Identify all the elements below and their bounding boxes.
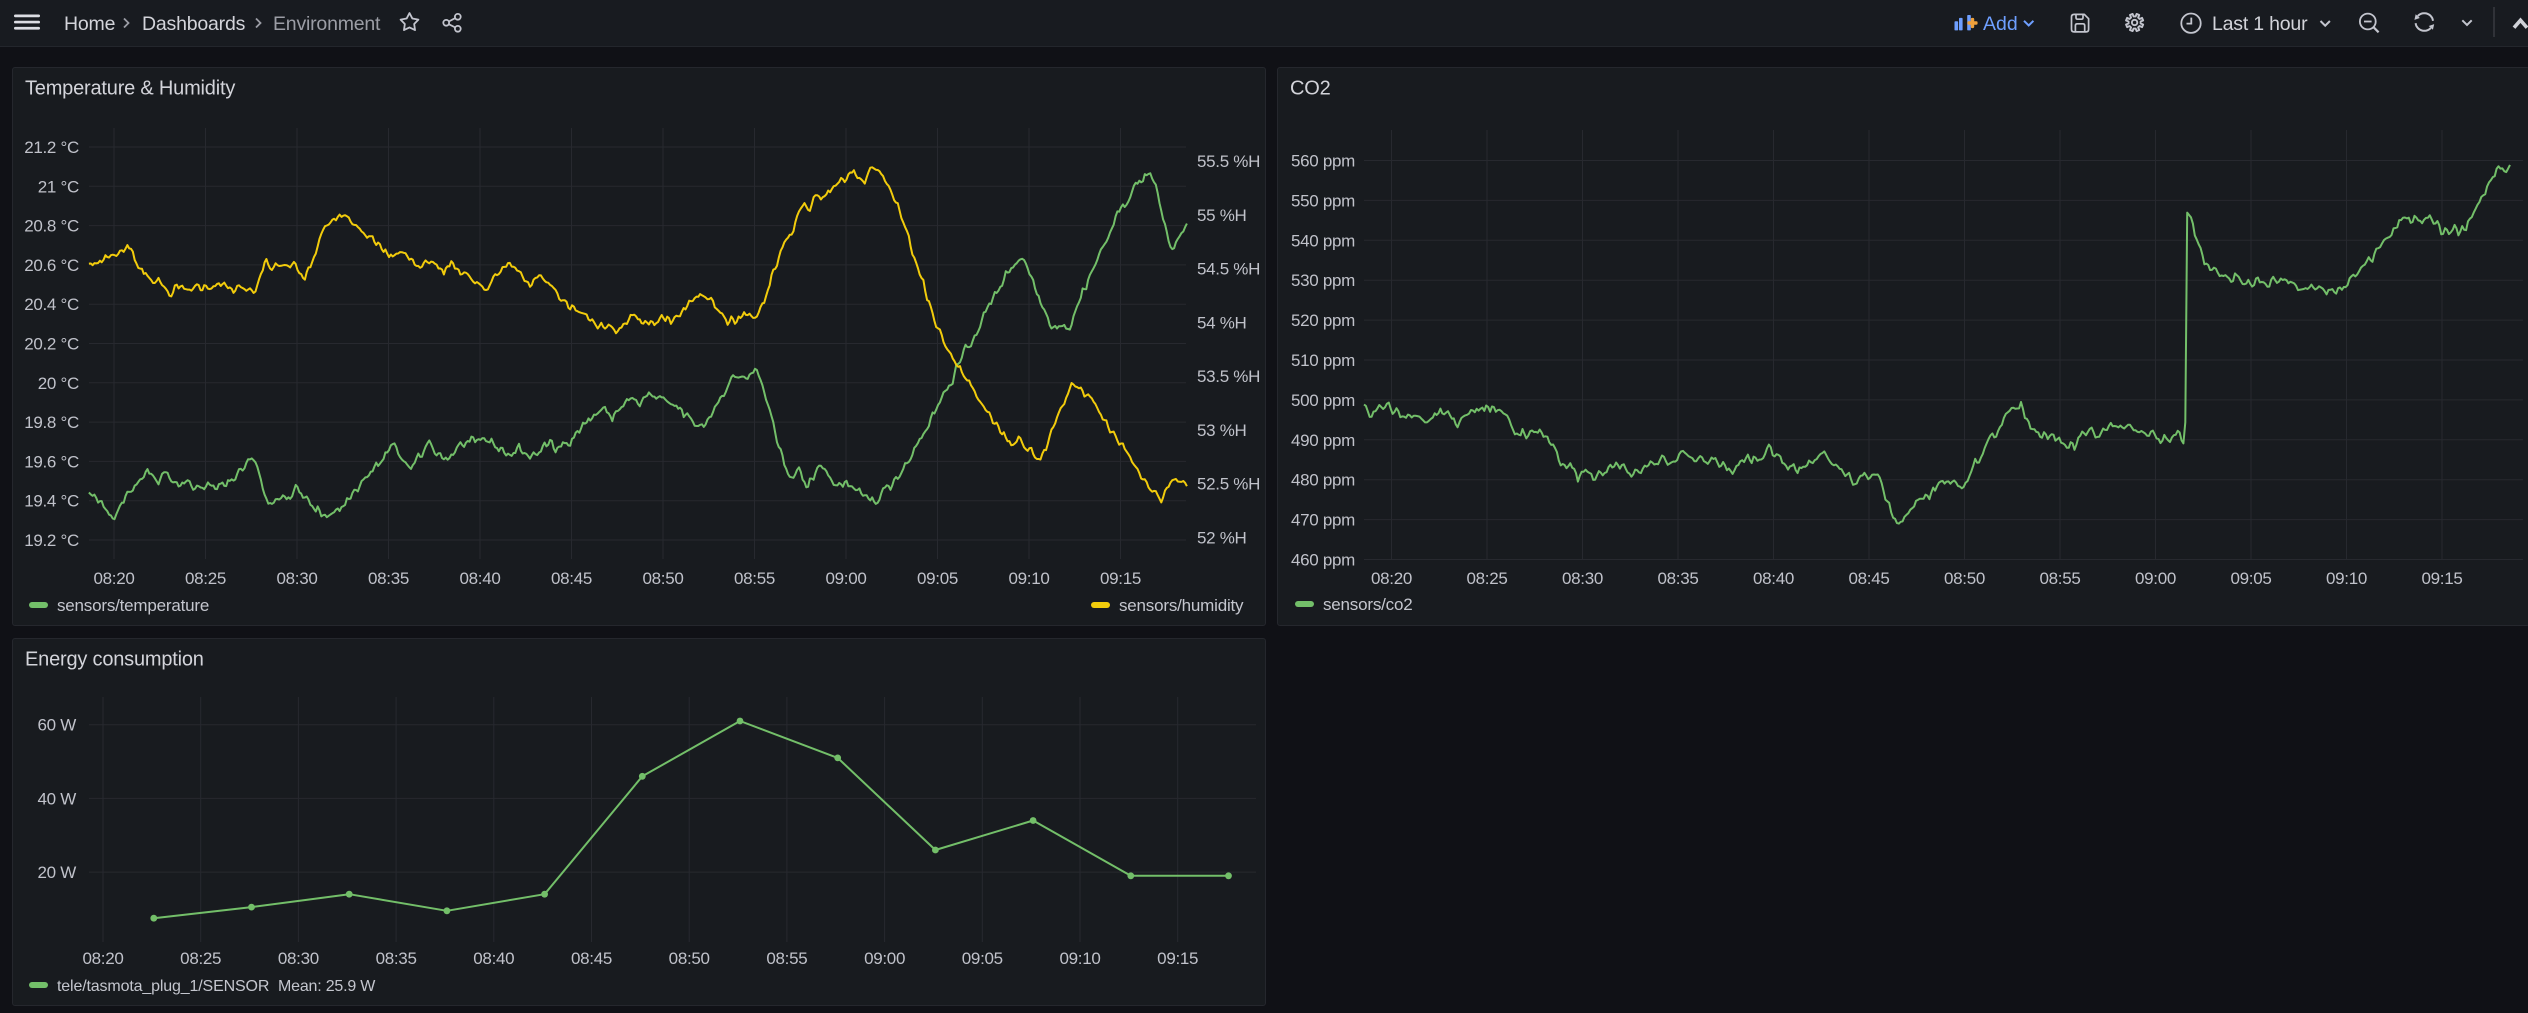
svg-text:20 W: 20 W [38,863,77,882]
svg-text:08:20: 08:20 [1371,569,1412,588]
svg-text:08:55: 08:55 [734,569,775,588]
svg-text:08:35: 08:35 [376,949,417,968]
svg-text:20.4 °C: 20.4 °C [24,295,79,314]
svg-text:530 ppm: 530 ppm [1291,271,1355,290]
svg-text:tele/tasmota_plug_1/SENSOR: tele/tasmota_plug_1/SENSOR [57,978,269,995]
svg-text:Dashboards: Dashboards [142,13,246,35]
svg-text:09:00: 09:00 [864,949,905,968]
svg-text:55 %H: 55 %H [1197,206,1247,225]
svg-text:08:25: 08:25 [1466,569,1507,588]
svg-text:09:10: 09:10 [1008,569,1049,588]
svg-text:52 %H: 52 %H [1197,529,1247,548]
svg-text:08:45: 08:45 [571,949,612,968]
svg-text:19.4 °C: 19.4 °C [24,492,79,511]
svg-text:Last 1 hour: Last 1 hour [2212,13,2308,35]
svg-text:08:25: 08:25 [180,949,221,968]
svg-text:21.2 °C: 21.2 °C [24,138,79,157]
svg-text:500 ppm: 500 ppm [1291,391,1355,410]
svg-text:540 ppm: 540 ppm [1291,231,1355,250]
svg-text:52.5 %H: 52.5 %H [1197,475,1260,494]
svg-text:08:40: 08:40 [1753,569,1794,588]
svg-text:08:25: 08:25 [185,569,226,588]
svg-text:09:15: 09:15 [2421,569,2462,588]
svg-text:08:35: 08:35 [368,569,409,588]
svg-text:Energy consumption: Energy consumption [25,649,204,671]
svg-text:08:50: 08:50 [642,569,683,588]
svg-text:55.5 %H: 55.5 %H [1197,152,1260,171]
svg-text:20.8 °C: 20.8 °C [24,217,79,236]
svg-text:40 W: 40 W [38,789,77,808]
svg-text:09:10: 09:10 [2326,569,2367,588]
svg-text:08:20: 08:20 [93,569,134,588]
svg-text:08:30: 08:30 [278,949,319,968]
svg-text:Add: Add [1983,13,2018,35]
svg-text:08:55: 08:55 [766,949,807,968]
svg-text:Home: Home [64,13,115,35]
svg-text:510 ppm: 510 ppm [1291,351,1355,370]
svg-text:60 W: 60 W [38,716,77,735]
svg-text:08:50: 08:50 [669,949,710,968]
svg-text:19.2 °C: 19.2 °C [24,531,79,550]
svg-text:08:30: 08:30 [276,569,317,588]
svg-text:09:15: 09:15 [1100,569,1141,588]
svg-text:08:45: 08:45 [551,569,592,588]
svg-text:09:05: 09:05 [2230,569,2271,588]
svg-text:CO2: CO2 [1290,78,1331,100]
svg-text:08:40: 08:40 [459,569,500,588]
svg-text:sensors/co2: sensors/co2 [1323,595,1412,614]
svg-text:09:00: 09:00 [825,569,866,588]
svg-text:550 ppm: 550 ppm [1291,191,1355,210]
svg-text:20.2 °C: 20.2 °C [24,335,79,354]
svg-text:sensors/humidity: sensors/humidity [1119,596,1244,615]
svg-text:54 %H: 54 %H [1197,313,1247,332]
svg-text:08:55: 08:55 [2039,569,2080,588]
svg-text:09:15: 09:15 [1157,949,1198,968]
svg-text:Environment: Environment [273,13,381,35]
svg-text:460 ppm: 460 ppm [1291,551,1355,570]
svg-text:09:10: 09:10 [1059,949,1100,968]
svg-text:470 ppm: 470 ppm [1291,511,1355,530]
svg-text:sensors/temperature: sensors/temperature [57,596,209,615]
svg-text:53.5 %H: 53.5 %H [1197,367,1260,386]
svg-text:09:00: 09:00 [2135,569,2176,588]
svg-text:53 %H: 53 %H [1197,421,1247,440]
svg-text:Mean: 25.9 W: Mean: 25.9 W [278,978,376,995]
svg-text:54.5 %H: 54.5 %H [1197,260,1260,279]
svg-text:09:05: 09:05 [917,569,958,588]
svg-text:480 ppm: 480 ppm [1291,471,1355,490]
svg-text:08:35: 08:35 [1657,569,1698,588]
svg-text:19.8 °C: 19.8 °C [24,413,79,432]
svg-text:520 ppm: 520 ppm [1291,311,1355,330]
svg-text:20.6 °C: 20.6 °C [24,256,79,275]
svg-text:560 ppm: 560 ppm [1291,152,1355,171]
svg-text:08:30: 08:30 [1562,569,1603,588]
svg-text:08:45: 08:45 [1848,569,1889,588]
svg-text:21 °C: 21 °C [38,177,79,196]
svg-text:08:50: 08:50 [1944,569,1985,588]
svg-text:20 °C: 20 °C [38,374,79,393]
svg-text:Temperature & Humidity: Temperature & Humidity [25,78,235,100]
svg-text:19.6 °C: 19.6 °C [24,452,79,471]
svg-text:09:05: 09:05 [962,949,1003,968]
svg-text:490 ppm: 490 ppm [1291,431,1355,450]
svg-text:08:40: 08:40 [473,949,514,968]
svg-text:08:20: 08:20 [82,949,123,968]
